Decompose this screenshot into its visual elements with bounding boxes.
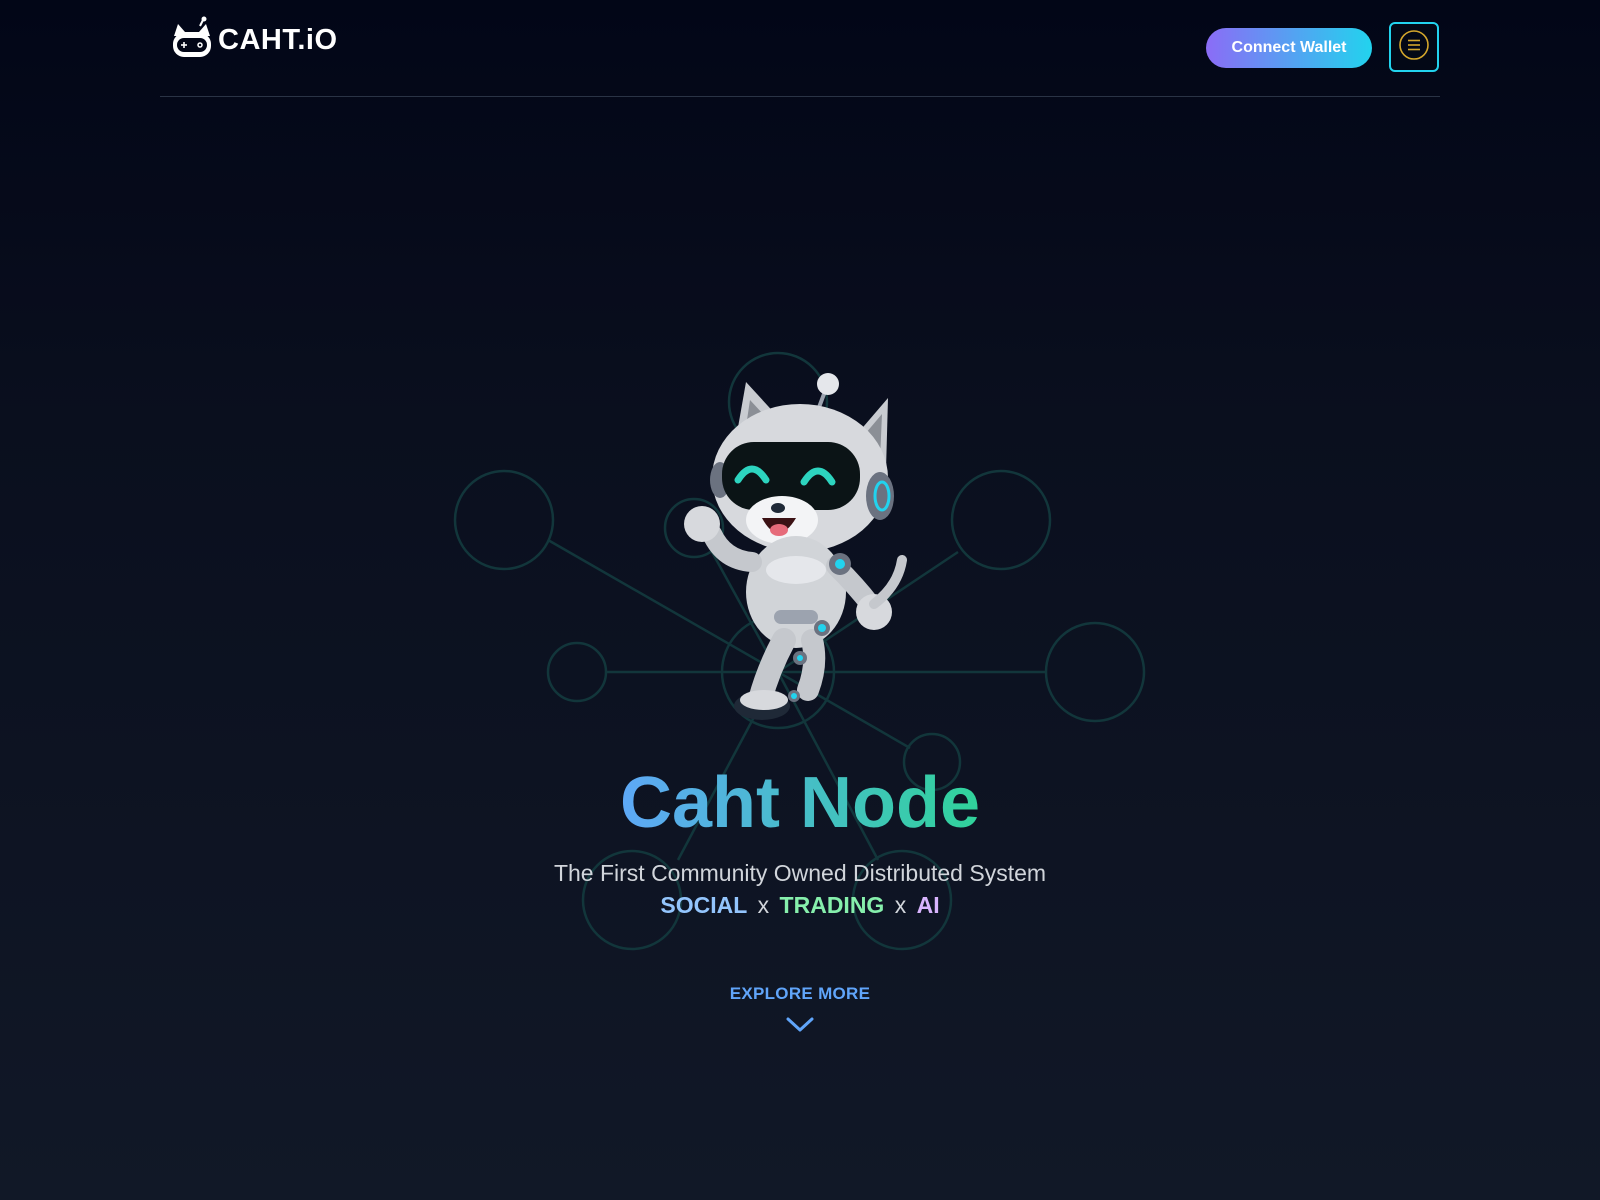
hero-title-text: Caht Node	[620, 763, 980, 843]
tagline-social: SOCIAL	[660, 892, 748, 918]
chevron-down-icon	[785, 1016, 815, 1034]
hero-title: Caht Node	[0, 758, 1600, 848]
site-header: CAHT.iO Connect Wallet	[160, 0, 1440, 97]
explore-more-link[interactable]: EXPLORE MORE	[700, 984, 900, 1054]
robot-cat-mascot	[684, 373, 907, 720]
logo[interactable]: CAHT.iO	[170, 16, 338, 64]
explore-more-label: EXPLORE MORE	[729, 984, 871, 1003]
logo-text: CAHT.iO	[218, 23, 338, 56]
tagline-separator: x	[894, 892, 907, 918]
robot-cat-icon	[170, 16, 214, 64]
connect-wallet-button[interactable]: Connect Wallet	[1206, 28, 1372, 68]
hero-subtitle: The First Community Owned Distributed Sy…	[553, 860, 1047, 886]
tagline-trading: TRADING	[779, 892, 885, 918]
menu-icon	[1398, 29, 1430, 65]
tagline-separator: x	[757, 892, 770, 918]
menu-button[interactable]	[1389, 22, 1439, 72]
hero-tagline: SOCIAL x TRADING x AI	[0, 892, 1600, 919]
tagline-ai: AI	[916, 892, 940, 918]
